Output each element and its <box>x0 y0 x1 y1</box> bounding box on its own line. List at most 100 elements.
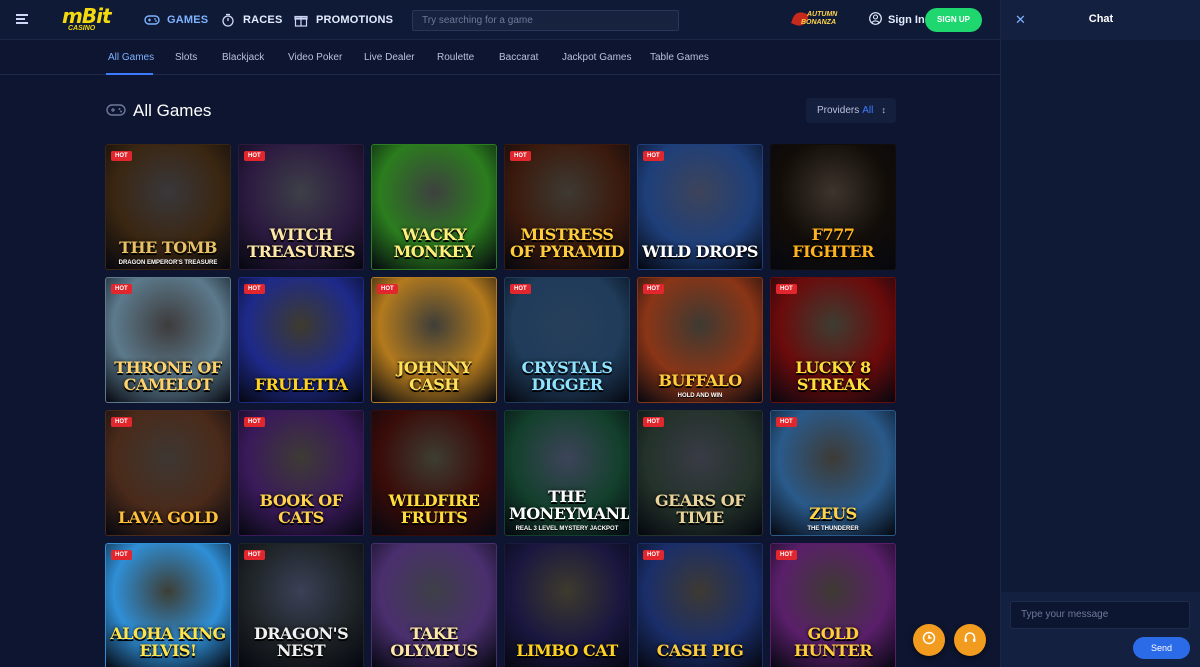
game-tile[interactable]: HOT Aloha King Elvis! <box>105 543 231 667</box>
game-subtitle: THE THUNDERER <box>807 526 859 532</box>
game-tile[interactable]: HOT The Tomb DRAGON EMPEROR'S TREASURE <box>105 144 231 270</box>
history-button[interactable] <box>913 624 945 656</box>
hot-badge: HOT <box>510 284 531 294</box>
chat-footer: Type your message Send <box>1001 592 1200 667</box>
game-tile[interactable]: HOT Lava Gold <box>105 410 231 536</box>
chat-message-input[interactable]: Type your message <box>1010 601 1190 629</box>
game-tile[interactable]: HOT Zeus THE THUNDERER <box>770 410 896 536</box>
hot-badge: HOT <box>377 284 398 294</box>
hot-badge: HOT <box>244 151 265 161</box>
providers-dropdown[interactable]: Providers All ↕ <box>806 98 896 123</box>
game-title: Witch Treasures <box>247 225 355 261</box>
game-tile[interactable]: HOT Johnny Cash <box>371 277 497 403</box>
tab-jackpot-games[interactable]: Jackpot Games <box>562 52 631 63</box>
tab-table-games[interactable]: Table Games <box>650 52 709 63</box>
nav-promotions[interactable]: PROMOTIONS <box>293 0 393 40</box>
clock-icon <box>922 631 936 650</box>
chevron-updown-icon: ↕ <box>881 105 887 115</box>
tab-roulette[interactable]: Roulette <box>437 52 474 63</box>
game-tile[interactable]: Take Olympus <box>371 543 497 667</box>
game-tile[interactable]: The Moneymania REAL 3 LEVEL MYSTERY JACKP… <box>504 410 630 536</box>
game-tile[interactable]: HOT Wild Drops <box>637 144 763 270</box>
tab-baccarat[interactable]: Baccarat <box>499 52 538 63</box>
game-tile[interactable]: HOT Buffalo HOLD AND WIN <box>637 277 763 403</box>
tab-all-games[interactable]: All Games <box>108 52 154 63</box>
hot-badge: HOT <box>244 417 265 427</box>
tab-slots[interactable]: Slots <box>175 52 197 63</box>
game-title: Limbo Cat <box>516 641 618 660</box>
chat-header: ✕ Chat <box>1001 0 1200 40</box>
game-tile[interactable]: HOT Cash Pig <box>637 543 763 667</box>
game-tile[interactable]: Limbo Cat <box>504 543 630 667</box>
game-tile[interactable]: HOT Mistress of Pyramid <box>504 144 630 270</box>
game-subtitle: HOLD AND WIN <box>677 393 723 399</box>
send-button[interactable]: Send <box>1133 637 1190 659</box>
hot-badge: HOT <box>510 151 531 161</box>
game-title: Wild Drops <box>642 242 758 261</box>
game-tile[interactable]: Wacky Monkey <box>371 144 497 270</box>
hot-badge: HOT <box>643 417 664 427</box>
active-tab-indicator <box>106 73 153 75</box>
game-title: Fruletta <box>254 375 348 394</box>
game-title: Lava Gold <box>118 508 218 527</box>
nav-races-label: RACES <box>243 14 283 26</box>
tab-blackjack[interactable]: Blackjack <box>222 52 264 63</box>
autumn-bonanza-promo[interactable]: AUTUMN BONANZA <box>789 9 847 31</box>
top-header: mBit CASINO GAMES RACES PROMOTIONS Try s… <box>0 0 1000 40</box>
hot-badge: HOT <box>776 284 797 294</box>
game-tile[interactable]: Wildfire Fruits <box>371 410 497 536</box>
gamepad-icon <box>106 103 126 122</box>
chat-panel: ✕ Chat Type your message Send <box>1000 0 1200 667</box>
game-tile[interactable]: HOT Throne of Camelot <box>105 277 231 403</box>
sign-in-label: Sign In <box>888 14 925 26</box>
nav-races[interactable]: RACES <box>220 0 283 40</box>
game-title: Buffalo <box>658 371 742 390</box>
game-title: Cash Pig <box>656 641 744 660</box>
user-icon <box>869 12 882 28</box>
nav-promotions-label: PROMOTIONS <box>316 14 394 26</box>
promo-line-1: AUTUMN <box>807 11 838 18</box>
game-title: Wacky Monkey <box>393 225 475 261</box>
game-title: Gears of Time <box>655 491 746 527</box>
game-title: Throne of Camelot <box>114 358 222 394</box>
sign-in-button[interactable]: Sign In <box>869 12 925 28</box>
search-input[interactable]: Try searching for a game <box>412 10 679 31</box>
sign-up-button[interactable]: SIGN UP <box>925 8 982 32</box>
game-tile[interactable]: HOT Dragon's Nest <box>238 543 364 667</box>
game-tile[interactable]: HOT Fruletta <box>238 277 364 403</box>
support-button[interactable] <box>954 624 986 656</box>
chat-title: Chat <box>1088 13 1114 25</box>
game-tile[interactable]: HOT Gears of Time <box>637 410 763 536</box>
game-title: Take Olympus <box>390 624 478 660</box>
tab-live-dealer[interactable]: Live Dealer <box>364 52 415 63</box>
hot-badge: HOT <box>244 550 265 560</box>
game-tile[interactable]: HOT Lucky 8 Streak <box>770 277 896 403</box>
game-title: Mistress of Pyramid <box>509 225 625 261</box>
promo-line-2: BONANZA <box>801 19 836 26</box>
game-tile[interactable]: F777 Fighter <box>770 144 896 270</box>
hot-badge: HOT <box>776 550 797 560</box>
game-tile[interactable]: HOT Witch Treasures <box>238 144 364 270</box>
game-title: Crystals Digger <box>521 358 613 394</box>
game-tile[interactable]: HOT Crystals Digger <box>504 277 630 403</box>
game-tile[interactable]: HOT Book of Cats <box>238 410 364 536</box>
game-title: The Tomb <box>119 238 217 257</box>
menu-icon[interactable] <box>16 14 28 24</box>
tab-video-poker[interactable]: Video Poker <box>288 52 342 63</box>
logo[interactable]: mBit <box>62 6 111 26</box>
game-title: Book of Cats <box>259 491 343 527</box>
nav-games[interactable]: GAMES <box>144 0 208 40</box>
hot-badge: HOT <box>111 417 132 427</box>
game-title: F777 Fighter <box>792 225 874 261</box>
hot-badge: HOT <box>111 550 132 560</box>
game-subtitle: REAL 3 LEVEL MYSTERY JACKPOT <box>515 526 619 532</box>
stopwatch-icon <box>220 12 236 28</box>
hot-badge: HOT <box>244 284 265 294</box>
gift-icon <box>293 12 309 28</box>
providers-label: Providers <box>817 105 860 116</box>
game-title: Johnny Cash <box>396 358 472 394</box>
game-tile[interactable]: HOT Gold Hunter <box>770 543 896 667</box>
gamepad-icon <box>144 12 160 28</box>
game-title: Aloha King Elvis! <box>110 624 226 660</box>
game-subtitle: DRAGON EMPEROR'S TREASURE <box>118 260 218 266</box>
